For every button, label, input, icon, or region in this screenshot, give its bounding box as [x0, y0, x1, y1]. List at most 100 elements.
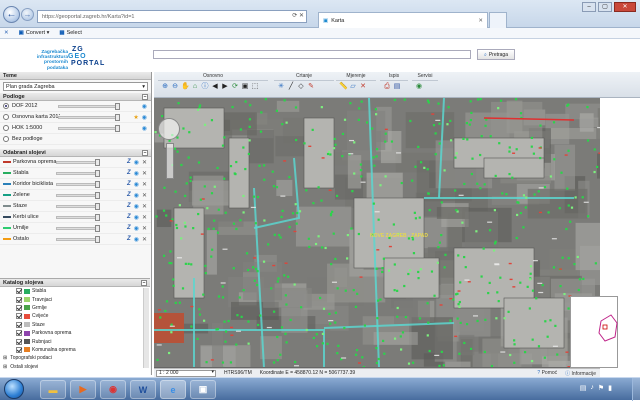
layer-row[interactable]: StazeZ◉✕ [0, 201, 151, 212]
opacity-slider[interactable] [56, 216, 100, 219]
legend-icon[interactable]: Z [127, 203, 131, 210]
layer-row[interactable]: OstaloZ◉✕ [0, 234, 151, 245]
catalog-checkbox[interactable] [16, 347, 22, 353]
overview-map[interactable] [570, 296, 618, 368]
remove-layer-icon[interactable]: ✕ [142, 214, 147, 221]
back-button[interactable]: ← [3, 6, 20, 23]
opacity-slider[interactable] [56, 161, 100, 164]
slider-thumb[interactable] [95, 225, 100, 232]
opacity-slider[interactable] [56, 238, 100, 241]
layer-row[interactable]: StablaZ◉✕ [0, 168, 151, 179]
start-button[interactable] [4, 379, 24, 399]
select-menu[interactable]: ▦Select [59, 30, 82, 36]
info-icon[interactable]: ◉ [134, 214, 139, 221]
taskbar-paint[interactable]: ▣ [190, 380, 216, 399]
taskbar-explorer[interactable]: ▬ [40, 380, 66, 399]
slider-thumb[interactable] [95, 170, 100, 177]
zoom-out-icon[interactable]: ⊖ [171, 83, 179, 91]
slider-thumb[interactable] [115, 114, 120, 121]
layer-row[interactable]: Parkovna opremaZ◉✕ [0, 157, 151, 168]
home-extent-icon[interactable]: ⌂ [191, 83, 199, 91]
search-button[interactable]: ⌕ Pretraga [477, 49, 515, 60]
catalog-item[interactable]: Cvijeće [0, 312, 150, 320]
taskbar-chrome[interactable]: ◉ [100, 380, 126, 399]
basemap-row[interactable]: DOF 2012◉ [0, 101, 151, 112]
remove-layer-icon[interactable]: ✕ [142, 159, 147, 166]
opacity-slider[interactable] [58, 116, 120, 119]
basemap-radio[interactable] [3, 125, 9, 131]
info-icon[interactable]: ◉ [134, 181, 139, 188]
network-icon[interactable]: ▤ [580, 384, 587, 392]
catalog-checkbox[interactable] [16, 322, 22, 328]
measure-distance-icon[interactable]: 📏 [339, 83, 347, 91]
zoom-in-icon[interactable]: ⊕ [161, 83, 169, 91]
home-icon[interactable]: ✕ [4, 30, 9, 36]
opacity-slider[interactable] [58, 105, 120, 108]
tab-karta[interactable]: ▣ Karta ✕ [318, 12, 488, 28]
info-link[interactable]: ⓘ Informacije [565, 370, 596, 377]
legend-icon[interactable]: Z [127, 236, 131, 243]
basemap-radio[interactable] [3, 114, 9, 120]
remove-layer-icon[interactable]: ✕ [142, 170, 147, 177]
opacity-slider[interactable] [56, 205, 100, 208]
new-tab-button[interactable] [489, 12, 507, 28]
search-input[interactable] [153, 50, 471, 59]
info-icon[interactable]: ◉ [134, 159, 139, 166]
layer-row[interactable]: UrniljeZ◉✕ [0, 223, 151, 234]
opacity-slider[interactable] [58, 127, 120, 130]
draw-point-icon[interactable]: ✳ [277, 83, 285, 91]
taskbar-media[interactable]: ▶ [70, 380, 96, 399]
draw-polygon-icon[interactable]: ◇ [297, 83, 305, 91]
opacity-slider[interactable] [56, 172, 100, 175]
flag-icon[interactable]: ⚑ [598, 384, 604, 392]
minimize-icon[interactable]: – [582, 2, 596, 12]
erase-icon[interactable]: ✎ [307, 83, 315, 91]
catalog-scrollbar[interactable] [143, 288, 149, 368]
maximize-icon[interactable]: ▢ [598, 2, 612, 12]
remove-layer-icon[interactable]: ✕ [142, 203, 147, 210]
legend-icon[interactable]: Z [127, 192, 131, 199]
zoom-slider[interactable] [166, 143, 174, 179]
slider-thumb[interactable] [95, 192, 100, 199]
map-canvas[interactable]: NOVE ZAGREB - ZAPAD [154, 98, 600, 368]
catalog-item[interactable]: Komunalna oprema [0, 346, 150, 354]
measure-area-icon[interactable]: ▱ [349, 83, 357, 91]
taskbar-word[interactable]: W [130, 380, 156, 399]
close-icon[interactable]: ✕ [614, 2, 636, 12]
slider-thumb[interactable] [95, 236, 100, 243]
slider-thumb[interactable] [95, 181, 100, 188]
select-tool-icon[interactable]: ⬚ [251, 83, 259, 91]
layer-row[interactable]: ZeleneZ◉✕ [0, 190, 151, 201]
legend-icon[interactable]: Z [127, 159, 131, 166]
geoportal-logo[interactable]: ZG GEO PORTAL [68, 46, 112, 72]
help-link[interactable]: ? Pomoć [537, 370, 557, 377]
info-icon[interactable]: ◉ [134, 236, 139, 243]
layer-row[interactable]: Koridor biciklistaZ◉✕ [0, 179, 151, 190]
slider-thumb[interactable] [115, 125, 120, 132]
catalog-group[interactable]: ⊞Topografski podaci [0, 354, 150, 362]
remove-layer-icon[interactable]: ✕ [142, 236, 147, 243]
export-pdf-icon[interactable]: ▤ [393, 83, 401, 91]
info-icon[interactable]: ◉ [142, 103, 147, 110]
globe-icon[interactable]: ◉ [415, 83, 423, 91]
catalog-group[interactable]: ⊞Ostali slojevi [0, 363, 150, 371]
next-view-icon[interactable]: ▶ [221, 83, 229, 91]
legend-icon[interactable]: Z [127, 170, 131, 177]
basemap-radio[interactable] [3, 136, 9, 142]
show-desktop-button[interactable] [632, 378, 640, 401]
basemap-radio[interactable] [3, 103, 9, 109]
catalog-item[interactable]: Staze [0, 321, 150, 329]
slider-thumb[interactable] [95, 203, 100, 210]
opacity-slider[interactable] [56, 227, 100, 230]
close-tab-icon[interactable]: ✕ [478, 18, 483, 24]
scale-select[interactable]: 1 : 2 000 [156, 370, 216, 377]
catalog-checkbox[interactable] [16, 288, 22, 294]
info-icon[interactable]: ◉ [142, 114, 147, 121]
basemap-row[interactable]: Osnovna karta 2012★◉ [0, 112, 151, 123]
slider-thumb[interactable] [95, 159, 100, 166]
opacity-slider[interactable] [56, 194, 100, 197]
info-icon[interactable]: ◉ [142, 125, 147, 132]
slider-thumb[interactable] [95, 214, 100, 221]
legend-icon[interactable]: Z [127, 181, 131, 188]
star-icon[interactable]: ★ [133, 114, 138, 121]
